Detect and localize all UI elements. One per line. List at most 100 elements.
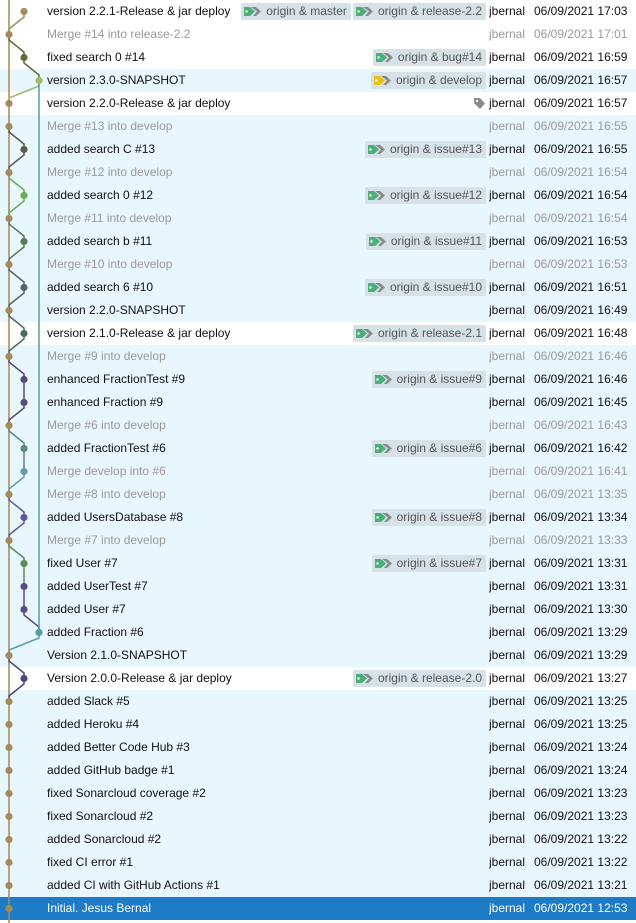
commit-node[interactable] [20, 191, 28, 200]
commit-row[interactable]: added Slack #5 jbernal 06/09/2021 13:25 [0, 690, 636, 713]
commit-node[interactable] [20, 674, 28, 683]
commit-row[interactable]: Merge #10 into develop jbernal 06/09/2021 … [0, 253, 636, 276]
commit-node[interactable] [20, 53, 28, 62]
tag-icon[interactable] [473, 97, 486, 110]
commit-node[interactable] [20, 283, 28, 292]
commit-node[interactable] [20, 605, 28, 614]
commit-row[interactable]: added search 0 #12 origin & issue#12 jbern… [0, 184, 636, 207]
green-tag-icon [355, 329, 373, 338]
commit-row[interactable]: Merge #14 into release-2.2 jbernal 06/09/2… [0, 23, 636, 46]
commit-node[interactable] [5, 766, 13, 775]
commit-row[interactable]: enhanced FractionTest #9 origin & issue#9… [0, 368, 636, 391]
branch-label[interactable]: origin & issue#10 [364, 279, 486, 296]
commit-row[interactable]: enhanced Fraction #9 jbernal 06/09/2021 16… [0, 391, 636, 414]
branch-label[interactable]: origin & release-2.0 [352, 670, 486, 687]
commit-row[interactable]: added FractionTest #6 origin & issue#6 jbe… [0, 437, 636, 460]
commit-row[interactable]: version 2.2.0-SNAPSHOT jbernal 06/09/2021 … [0, 299, 636, 322]
commit-row[interactable]: Version 2.1.0-SNAPSHOT jbernal 06/09/2021 … [0, 644, 636, 667]
commit-node[interactable] [5, 490, 13, 499]
branch-label[interactable]: origin & release-2.1 [352, 325, 486, 342]
commit-row[interactable]: version 2.1.0-Release & jar deploy origin… [0, 322, 636, 345]
commit-node[interactable] [20, 375, 28, 384]
branch-label[interactable]: origin & issue#13 [364, 141, 486, 158]
commit-row[interactable]: fixed User #7 origin & issue#7 jbernal 06/0… [0, 552, 636, 575]
commit-node[interactable] [5, 260, 13, 269]
commit-row[interactable]: Merge #9 into develop jbernal 06/09/2021 1… [0, 345, 636, 368]
commit-node[interactable] [5, 352, 13, 361]
commit-node[interactable] [5, 720, 13, 729]
commit-row[interactable]: added search b #11 origin & issue#11 jbern… [0, 230, 636, 253]
commit-node[interactable] [5, 789, 13, 798]
commit-node[interactable] [20, 444, 28, 453]
commit-message: fixed Sonarcloud #2 [47, 809, 154, 823]
commit-node[interactable] [5, 835, 13, 844]
commit-node[interactable] [5, 812, 13, 821]
commit-row[interactable]: Merge #11 into develop jbernal 06/09/2021 … [0, 207, 636, 230]
commit-node[interactable] [20, 582, 28, 591]
commit-row[interactable]: version 2.3.0-SNAPSHOT origin & develop jb… [0, 69, 636, 92]
commit-node[interactable] [20, 145, 28, 154]
commit-row[interactable]: added CI with GitHub Actions #1 jbernal 06… [0, 874, 636, 897]
commit-row[interactable]: Merge #7 into develop jbernal 06/09/2021 1… [0, 529, 636, 552]
commit-row[interactable]: Merge #8 into develop jbernal 06/09/2021 1… [0, 483, 636, 506]
commit-node[interactable] [20, 7, 28, 16]
commit-row[interactable]: added UserTest #7 jbernal 06/09/2021 13:31 [0, 575, 636, 598]
commit-row[interactable]: Merge #13 into develop jbernal 06/09/2021 … [0, 115, 636, 138]
commit-row[interactable]: fixed Sonarcloud coverage #2 jbernal 06/09… [0, 782, 636, 805]
commit-row[interactable]: Merge #6 into develop jbernal 06/09/2021 1… [0, 414, 636, 437]
branch-label[interactable]: origin & issue#12 [364, 187, 486, 204]
branch-label[interactable]: origin & issue#9 [371, 371, 486, 388]
commit-node[interactable] [5, 697, 13, 706]
branch-label[interactable]: origin & release-2.2 [352, 3, 486, 20]
commit-node[interactable] [5, 122, 13, 131]
commit-node[interactable] [20, 329, 28, 338]
branch-label[interactable]: origin & issue#11 [365, 233, 486, 250]
branch-label[interactable]: origin & issue#8 [371, 509, 486, 526]
commit-row[interactable]: fixed Sonarcloud #2 jbernal 06/09/2021 13:… [0, 805, 636, 828]
commit-row[interactable]: Merge develop into #6 jbernal 06/09/2021 1… [0, 460, 636, 483]
commit-row[interactable]: Version 2.0.0-Release & jar deploy origin… [0, 667, 636, 690]
commit-node[interactable] [5, 743, 13, 752]
commit-node[interactable] [5, 421, 13, 430]
commit-node[interactable] [5, 536, 13, 545]
commit-row[interactable]: added User #7 jbernal 06/09/2021 13:30 [0, 598, 636, 621]
commit-row[interactable]: added search 6 #10 origin & issue#10 jbern… [0, 276, 636, 299]
branch-label[interactable]: origin & issue#6 [371, 440, 486, 457]
commit-node[interactable] [5, 651, 13, 660]
commit-node[interactable] [35, 628, 43, 637]
commit-node[interactable] [20, 398, 28, 407]
commit-graph [5, 0, 43, 923]
commit-node[interactable] [20, 559, 28, 568]
commit-row[interactable]: fixed search 0 #14 origin & bug#14 jbernal… [0, 46, 636, 69]
commit-node[interactable] [5, 168, 13, 177]
commit-row[interactable]: added Sonarcloud #2 jbernal 06/09/2021 13:… [0, 828, 636, 851]
branch-label[interactable]: origin & issue#7 [371, 555, 486, 572]
commit-row[interactable]: added UsersDatabase #8 origin & issue#8 jb… [0, 506, 636, 529]
commit-node[interactable] [20, 467, 28, 476]
commit-row[interactable]: Merge #12 into develop jbernal 06/09/2021 … [0, 161, 636, 184]
commit-row[interactable]: added Better Code Hub #3 jbernal 06/09/202… [0, 736, 636, 759]
commit-node[interactable] [20, 237, 28, 246]
commit-row[interactable]: added GitHub badge #1 jbernal 06/09/2021 1… [0, 759, 636, 782]
branch-label[interactable]: origin & bug#14 [372, 49, 486, 66]
commit-row[interactable]: version 2.2.0-Release & jar deploy jberna… [0, 92, 636, 115]
commit-message: version 2.3.0-SNAPSHOT [47, 73, 186, 87]
commit-row[interactable]: added Heroku #4 jbernal 06/09/2021 13:25 [0, 713, 636, 736]
commit-node[interactable] [20, 513, 28, 522]
commit-row[interactable]: added Fraction #6 jbernal 06/09/2021 13:29 [0, 621, 636, 644]
commit-node[interactable] [5, 99, 13, 108]
commit-row[interactable]: fixed CI error #1 jbernal 06/09/2021 13:22 [0, 851, 636, 874]
commit-row[interactable]: version 2.2.1-Release & jar deploy origin… [0, 0, 636, 23]
branch-label[interactable]: origin & master [241, 3, 351, 20]
commit-node[interactable] [35, 76, 43, 85]
commit-row[interactable]: Initial. Jesus Bernal jbernal 06/09/2021 1… [0, 897, 636, 920]
commit-message: fixed Sonarcloud coverage #2 [47, 786, 206, 800]
branch-label[interactable]: origin & develop [370, 72, 486, 89]
commit-node[interactable] [5, 306, 13, 315]
commit-node[interactable] [5, 214, 13, 223]
commit-node[interactable] [5, 881, 13, 890]
commit-node[interactable] [5, 30, 13, 39]
commit-node[interactable] [5, 858, 13, 867]
commit-node[interactable] [5, 904, 13, 913]
commit-row[interactable]: added search C #13 origin & issue#13 jbern… [0, 138, 636, 161]
